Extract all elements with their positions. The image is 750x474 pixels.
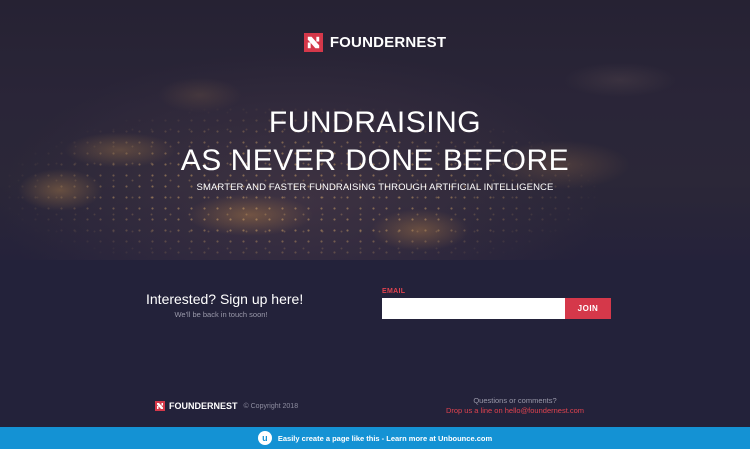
join-button[interactable]: JOIN — [565, 298, 611, 319]
email-label: EMAIL — [382, 288, 406, 295]
copyright-text: © Copyright 2018 — [243, 402, 299, 410]
unbounce-banner[interactable]: u Easily create a page like this - Learn… — [0, 427, 750, 449]
signup-note: We'll be back in touch soon! — [174, 310, 268, 319]
foundernest-logo-icon — [303, 33, 323, 52]
footer-brand: FOUNDERNEST © Copyright 2018 — [155, 401, 298, 411]
footer-brand-name: FOUNDERNEST — [169, 401, 238, 411]
hero-title: FUNDRAISING AS NEVER DONE BEFORE — [0, 104, 750, 180]
signup-section — [0, 260, 750, 427]
hero-title-line-2: AS NEVER DONE BEFORE — [180, 144, 570, 177]
signup-intro: Interested? Sign up here! We'll be back … — [146, 291, 304, 319]
footer-contact: Questions or comments? Drop us a line on… — [440, 396, 590, 416]
unbounce-logo-icon: u — [257, 431, 272, 445]
contact-question: Questions or comments? — [473, 396, 557, 405]
email-field[interactable] — [382, 298, 565, 319]
hero-section: FOUNDERNEST FUNDRAISING AS NEVER DONE BE… — [0, 0, 750, 260]
brand-name: FOUNDERNEST — [329, 34, 447, 51]
hero-title-line-1: FUNDRAISING — [268, 106, 482, 139]
header-logo[interactable]: FOUNDERNEST — [0, 33, 750, 52]
foundernest-logo-icon — [155, 401, 165, 411]
unbounce-banner-text[interactable]: Easily create a page like this - Learn m… — [278, 434, 492, 443]
page-bottom-strip — [0, 449, 750, 474]
hero-subtitle: SMARTER AND FASTER FUNDRAISING THROUGH A… — [196, 182, 554, 193]
contact-email-link[interactable]: Drop us a line on hello@foundernest.com — [440, 406, 590, 416]
signup-heading: Interested? Sign up here! — [146, 291, 304, 307]
